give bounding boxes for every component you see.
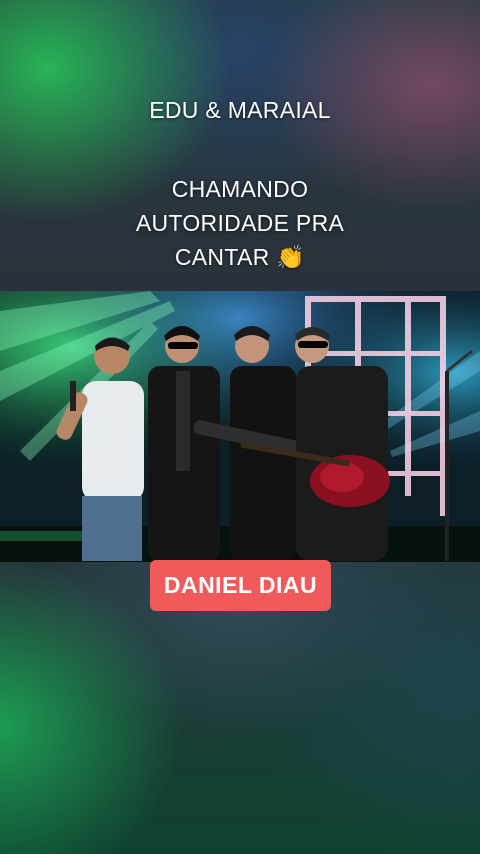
caption-line-1: CHAMANDO <box>171 176 309 202</box>
concert-stage-image <box>0 291 480 562</box>
video-frame[interactable] <box>0 291 480 562</box>
caption-line-3: CANTAR 👏 <box>174 244 306 270</box>
caption-text: CHAMANDO AUTORIDADE PRA CANTAR 👏 <box>0 172 480 274</box>
caption-line-2: AUTORIDADE PRA <box>135 210 345 236</box>
name-badge: DANIEL DIAU <box>150 560 331 611</box>
caption-title: EDU & MARAIAL <box>149 97 331 123</box>
